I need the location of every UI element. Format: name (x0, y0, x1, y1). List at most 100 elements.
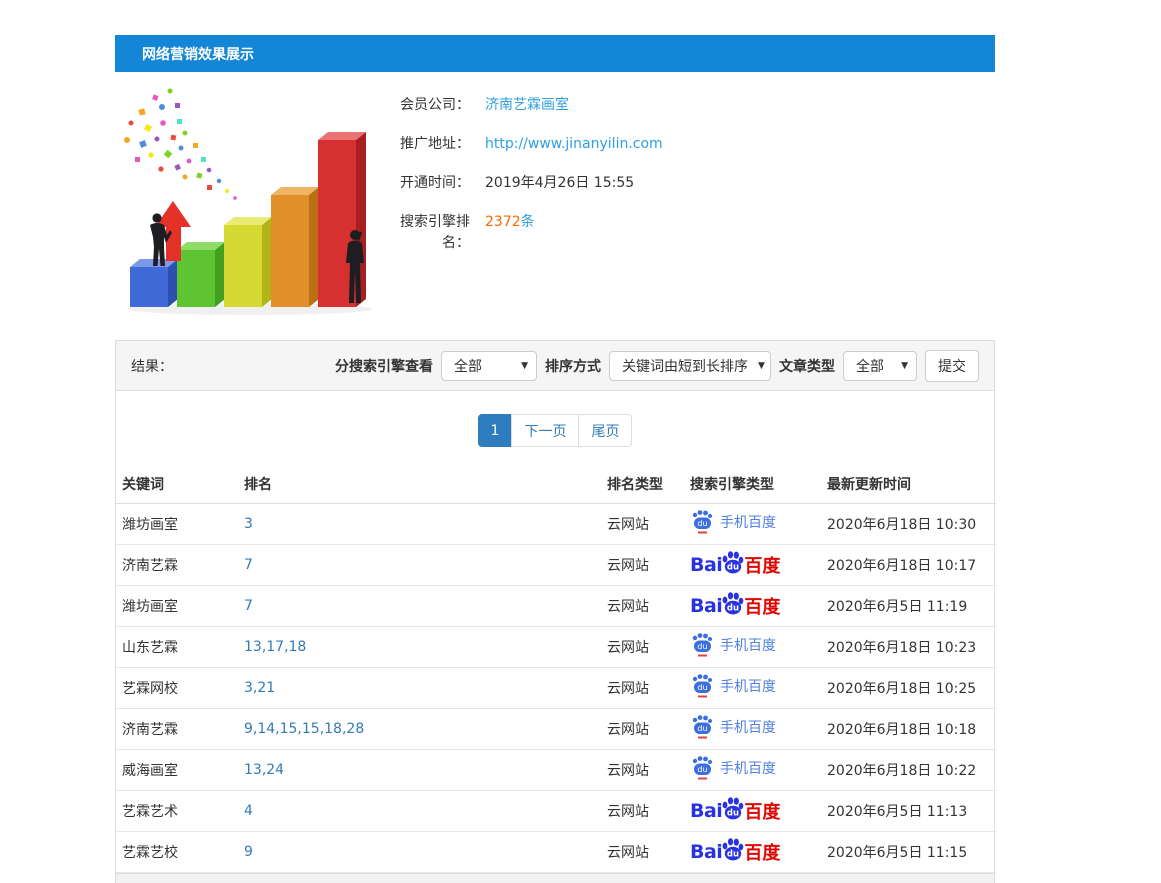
engine-cell: du 手机百度 Bai du 百度 (684, 503, 821, 544)
baidu-pc-badge[interactable]: Bai du 百度 (690, 837, 780, 867)
promo-chart-image (115, 85, 380, 330)
engine-cell: du 手机百度 Bai du 百度 (684, 831, 821, 872)
filter-group: 分搜索引擎查看 全部 ▼ 排序方式 关键词由短到长排序 ▼ 文章类型 全部 ▼ … (335, 350, 979, 382)
table-row: 威海画室 13,24 云网站 du 手机百度 B (116, 749, 996, 790)
pagination-last[interactable]: 尾页 (578, 414, 632, 447)
page-container: 网络营销效果展示 (115, 35, 995, 883)
mobile-baidu-badge[interactable]: du 手机百度 (690, 632, 776, 658)
bar-blue (130, 259, 178, 307)
engine-filter-select[interactable]: 全部 ▼ (441, 351, 537, 381)
table-row: 济南艺霖 7 云网站 du 手机百度 Bai (116, 544, 996, 585)
keyword-cell: 潍坊画室 (116, 585, 238, 626)
mobile-baidu-label: 手机百度 (720, 758, 776, 778)
engine-cell: du 手机百度 Bai du 百度 (684, 585, 821, 626)
bar-green (177, 242, 225, 307)
open-time-label: 开通时间： (380, 173, 470, 194)
mobile-baidu-badge[interactable]: du 手机百度 (690, 714, 776, 740)
sort-select-value: 关键词由短到长排序 (622, 356, 748, 376)
bar-yellow (224, 217, 272, 307)
rank-type-cell: 云网站 (601, 626, 684, 667)
member-company-link[interactable]: 济南艺霖画室 (485, 95, 569, 116)
mobile-baidu-label: 手机百度 (720, 512, 776, 532)
table-row: 艺霖网校 3,21 云网站 du 手机百度 Ba (116, 667, 996, 708)
baidu-pc-badge[interactable]: Bai du 百度 (690, 550, 780, 580)
engine-cell: du 手机百度 Bai du 百度 (684, 544, 821, 585)
mobile-baidu-badge[interactable]: du 手机百度 (690, 755, 776, 781)
mobile-baidu-badge[interactable]: du 手机百度 (690, 673, 776, 699)
rank-link[interactable]: 13,24 (244, 762, 284, 778)
table-row: 潍坊画室 7 云网站 du 手机百度 Bai (116, 585, 996, 626)
svg-text:du: du (727, 562, 739, 572)
table-row: 艺霖艺术 4 云网站 du 手机百度 Bai (116, 790, 996, 831)
submit-button[interactable]: 提交 (925, 350, 979, 382)
pagination-page-1[interactable]: 1 (478, 414, 513, 447)
rank-link[interactable]: 9 (244, 844, 253, 860)
table-row: 潍坊画室 3 云网站 du 手机百度 Bai (116, 503, 996, 544)
svg-text:du: du (697, 723, 707, 732)
title-bar: 网络营销效果展示 (115, 35, 995, 72)
info-fields: 会员公司： 济南艺霖画室 推广地址： http://www.jinanyilin… (380, 85, 663, 330)
member-company-label: 会员公司： (380, 95, 470, 116)
header-rank: 排名 (238, 465, 601, 503)
baidu-cn-text: 百度 (744, 593, 780, 619)
rank-type-cell: 云网站 (601, 749, 684, 790)
update-time-cell: 2020年6月5日 11:15 (821, 831, 996, 872)
rank-link[interactable]: 3,21 (244, 680, 275, 696)
bar-chart-illustration (115, 85, 375, 320)
result-label: 结果： (131, 356, 173, 376)
article-type-select[interactable]: 全部 ▼ (843, 351, 917, 381)
rank-type-cell: 云网站 (601, 544, 684, 585)
rank-type-cell: 云网站 (601, 667, 684, 708)
baidu-cn-text: 百度 (744, 552, 780, 578)
rank-link[interactable]: 13,17,18 (244, 639, 306, 655)
keyword-cell: 艺霖艺术 (116, 790, 238, 831)
baidu-pc-badge[interactable]: Bai du 百度 (690, 591, 780, 621)
baidu-paw-icon: du (720, 550, 745, 574)
article-type-value: 全部 (856, 356, 891, 376)
results-panel: 结果： 分搜索引擎查看 全部 ▼ 排序方式 关键词由短到长排序 ▼ 文章类型 全… (115, 340, 995, 883)
info-row-url: 推广地址： http://www.jinanyilin.com (380, 134, 663, 155)
engine-cell: du 手机百度 Bai du 百度 (684, 667, 821, 708)
baidu-cn-text: 百度 (744, 839, 780, 865)
engine-filter-value: 全部 (454, 356, 511, 376)
rank-link[interactable]: 4 (244, 803, 253, 819)
baidu-bai-text: Bai (690, 554, 722, 576)
engine-cell: du 手机百度 Bai du 百度 (684, 749, 821, 790)
baidu-pc-badge[interactable]: Bai du 百度 (690, 796, 780, 826)
svg-text:du: du (697, 641, 707, 650)
update-time-cell: 2020年6月5日 11:19 (821, 585, 996, 626)
header-engine-type: 搜索引擎类型 (684, 465, 821, 503)
engine-filter-label: 分搜索引擎查看 (335, 356, 433, 376)
baidu-cn-text: 百度 (744, 798, 780, 824)
keyword-cell: 山东艺霖 (116, 626, 238, 667)
article-type-label: 文章类型 (779, 356, 835, 376)
rank-count-unit: 条 (521, 214, 535, 230)
update-time-cell: 2020年6月18日 10:17 (821, 544, 996, 585)
svg-text:du: du (727, 603, 739, 613)
svg-text:du: du (727, 808, 739, 818)
update-time-cell: 2020年6月5日 11:13 (821, 790, 996, 831)
rank-link[interactable]: 7 (244, 598, 253, 614)
baidu-paw-icon: du (690, 755, 714, 781)
rank-link[interactable]: 9,14,15,15,18,28 (244, 721, 364, 737)
rank-link[interactable]: 7 (244, 557, 253, 573)
engine-cell: du 手机百度 Bai du 百度 (684, 708, 821, 749)
engine-cell: du 手机百度 Bai du 百度 (684, 626, 821, 667)
confetti (124, 89, 237, 200)
keyword-cell: 艺霖网校 (116, 667, 238, 708)
mobile-baidu-badge[interactable]: du 手机百度 (690, 509, 776, 535)
header-rank-type: 排名类型 (601, 465, 684, 503)
pagination: 1 下一页 尾页 (116, 391, 994, 465)
mobile-baidu-label: 手机百度 (720, 635, 776, 655)
sort-select[interactable]: 关键词由短到长排序 ▼ (609, 351, 771, 381)
baidu-paw-icon: du (690, 673, 714, 699)
header-keyword: 关键词 (116, 465, 238, 503)
rank-link[interactable]: 3 (244, 516, 253, 532)
baidu-paw-icon: du (720, 591, 745, 615)
pagination-next[interactable]: 下一页 (511, 414, 579, 447)
keyword-cell: 济南艺霖 (116, 708, 238, 749)
info-row-member: 会员公司： 济南艺霖画室 (380, 95, 663, 116)
update-time-cell: 2020年6月18日 10:25 (821, 667, 996, 708)
svg-text:du: du (697, 764, 707, 773)
promo-url-link[interactable]: http://www.jinanyilin.com (485, 134, 663, 155)
